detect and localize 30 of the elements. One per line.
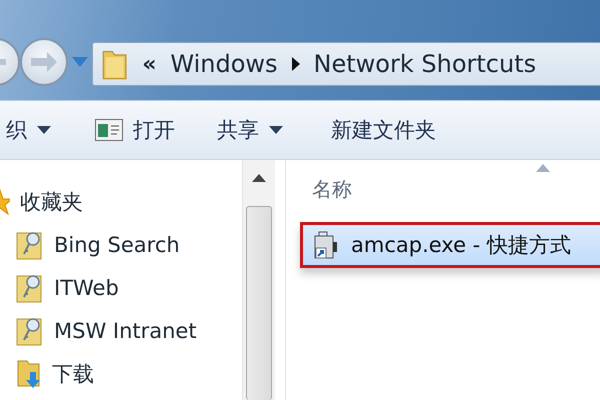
sidebar-item[interactable]: ITWeb (54, 276, 119, 300)
shortcut-icon (16, 230, 44, 260)
toolbar-button[interactable]: 打开 (83, 110, 187, 150)
sidebar-item[interactable]: Bing Search (54, 232, 180, 256)
breadcrumb[interactable]: Network Shortcuts (314, 50, 536, 78)
overflow-chevron[interactable]: « (142, 52, 156, 76)
sort-arrow-icon (536, 164, 550, 172)
scrollbar[interactable] (242, 160, 275, 400)
toolbar-button[interactable]: 织 (0, 110, 63, 150)
right-arrow-icon (31, 52, 57, 72)
sidebar-item[interactable]: MSW Intranet (54, 318, 197, 342)
caret-icon (269, 126, 283, 134)
breadcrumb-arrow-icon[interactable] (292, 57, 300, 71)
toolbar-button[interactable]: 共享 (205, 110, 295, 150)
downloads-folder-icon (16, 358, 42, 390)
file-item[interactable]: amcap.exe - 快捷方式 (300, 222, 600, 268)
window-icon (95, 119, 123, 141)
toolbar-button[interactable]: 新建文件夹 (319, 110, 448, 150)
forward-button[interactable] (20, 38, 68, 86)
dropdown-caret-icon[interactable] (72, 57, 88, 67)
shortcut-icon (16, 272, 44, 302)
address-bar[interactable]: « Windows Network Shortcuts (92, 42, 600, 86)
scroll-up-icon[interactable] (252, 174, 266, 182)
shortcut-icon (16, 316, 44, 346)
sidebar-item[interactable]: 收藏夹 (20, 188, 83, 216)
breadcrumb[interactable]: Windows (170, 50, 278, 78)
scrollbar-thumb[interactable] (246, 206, 272, 400)
sidebar-item[interactable]: 下载 (52, 360, 94, 388)
column-header[interactable]: 名称 (300, 160, 600, 204)
caret-icon (37, 126, 51, 134)
